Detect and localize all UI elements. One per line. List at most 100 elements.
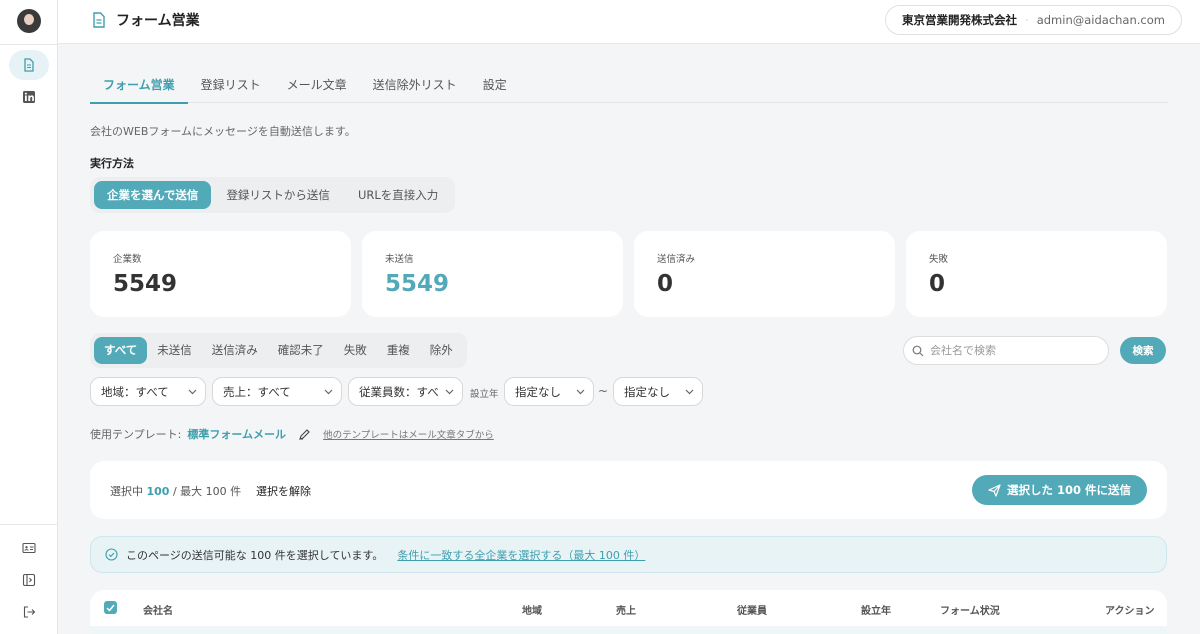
founded-from-dropdown[interactable]: 指定なし	[504, 377, 594, 406]
filter-excluded[interactable]: 除外	[420, 337, 463, 364]
send-selected-label: 選択した 100 件に送信	[1006, 483, 1131, 497]
chevron-down-icon	[576, 389, 585, 394]
range-tilde: ~	[598, 384, 609, 398]
stat-label: 失敗	[929, 254, 949, 265]
selection-suffix: / 最大 100 件	[172, 485, 242, 498]
sidebar-item-form-sales[interactable]	[9, 50, 49, 80]
sidebar	[0, 0, 58, 634]
method-from-list[interactable]: 登録リストから送信	[213, 181, 343, 209]
employees-dropdown[interactable]: 従業員数：すべて	[348, 377, 463, 406]
column-header-company[interactable]: 会社名	[143, 602, 173, 617]
page-title: フォーム営業	[92, 10, 200, 30]
logout-icon	[23, 606, 36, 618]
search-icon	[912, 345, 924, 356]
selection-prefix: 選択中	[110, 485, 143, 498]
search-input[interactable]	[930, 344, 1090, 357]
method-url-input[interactable]: URLを直接入力	[345, 181, 451, 209]
stat-card-failed: 失敗 0	[906, 231, 1167, 317]
method-selector: 企業を選んで送信 登録リストから送信 URLを直接入力	[90, 177, 456, 213]
send-selected-button[interactable]: 選択した 100 件に送信	[971, 475, 1147, 505]
sidebar-item-toggle[interactable]	[9, 565, 49, 595]
stat-value: 5549	[113, 271, 178, 297]
selection-count: 100	[146, 485, 170, 498]
filter-sent[interactable]: 送信済み	[202, 337, 268, 364]
stat-card-sent: 送信済み 0	[634, 231, 895, 317]
founded-from-value: 指定なし	[515, 384, 561, 399]
page-description: 会社のWEBフォームにメッセージを自動送信します。	[90, 125, 356, 138]
column-header-region[interactable]: 地域	[522, 602, 542, 617]
filter-unconfirmed[interactable]: 確認未了	[268, 337, 334, 364]
tab-form-sales[interactable]: フォーム営業	[90, 70, 188, 104]
company-name: 東京営業開発株式会社	[902, 13, 1018, 27]
stat-value: 5549	[385, 271, 450, 297]
template-hint-link[interactable]: 他のテンプレートはメール文章タブから	[323, 427, 494, 441]
stat-value: 0	[929, 271, 946, 297]
stat-label: 未送信	[385, 254, 414, 265]
region-dropdown[interactable]: 地域：すべて	[90, 377, 206, 406]
search-box	[903, 336, 1109, 365]
main-tabs: フォーム営業 登録リスト メール文章 送信除外リスト 設定	[90, 70, 1168, 104]
select-all-matching-link[interactable]: 条件に一致する全企業を選択する（最大 100 件）	[397, 547, 645, 563]
send-icon	[988, 483, 1001, 497]
column-header-founded[interactable]: 設立年	[861, 602, 891, 617]
region-dropdown-value: 地域：すべて	[101, 384, 169, 399]
chevron-down-icon	[445, 389, 454, 394]
column-header-employees[interactable]: 従業員	[737, 602, 767, 617]
template-label: 使用テンプレート:	[90, 428, 182, 441]
selection-bar: 選択中 100 / 最大 100 件 選択を解除 選択した 100 件に送信	[90, 461, 1167, 519]
id-card-icon	[22, 542, 36, 554]
user-email: admin@aidachan.com	[1036, 13, 1165, 27]
founded-year-label: 設立年	[470, 389, 499, 400]
separator: ·	[1025, 13, 1029, 27]
sidebar-toggle-icon	[22, 573, 36, 587]
stat-label: 企業数	[113, 254, 142, 265]
sidebar-item-profile[interactable]	[9, 533, 49, 563]
tab-exclusion-list[interactable]: 送信除外リスト	[360, 70, 470, 103]
stat-label: 送信済み	[657, 254, 696, 265]
tab-settings[interactable]: 設定	[470, 70, 520, 103]
tab-mail-text[interactable]: メール文章	[274, 70, 360, 103]
filter-duplicate[interactable]: 重複	[377, 337, 420, 364]
stat-value: 0	[657, 271, 674, 297]
chevron-down-icon	[324, 389, 333, 394]
filter-all[interactable]: すべて	[94, 337, 148, 364]
template-name[interactable]: 標準フォームメール	[187, 426, 286, 442]
account-menu[interactable]: 東京営業開発株式会社 · admin@aidachan.com	[885, 5, 1182, 35]
tab-registered-lists[interactable]: 登録リスト	[188, 70, 274, 103]
founded-to-dropdown[interactable]: 指定なし	[613, 377, 703, 406]
chevron-down-icon	[685, 389, 694, 394]
method-select-companies[interactable]: 企業を選んで送信	[94, 181, 212, 209]
column-header-actions: アクション	[1105, 606, 1155, 617]
stat-card-companies: 企業数 5549	[90, 231, 351, 317]
sidebar-divider	[0, 524, 58, 525]
check-circle-icon	[105, 548, 118, 561]
status-filter: すべて 未送信 送信済み 確認未了 失敗 重複 除外	[90, 333, 467, 368]
template-row: 使用テンプレート: 標準フォームメール 他のテンプレートはメール文章タブから	[90, 426, 494, 442]
sidebar-item-logout[interactable]	[9, 597, 49, 627]
document-icon	[93, 12, 105, 28]
sales-dropdown-value: 売上：すべて	[223, 384, 291, 399]
sales-dropdown[interactable]: 売上：すべて	[212, 377, 342, 406]
pencil-icon[interactable]	[298, 428, 311, 441]
notice-text: このページの送信可能な 100 件を選択しています。	[126, 548, 384, 562]
filter-failed[interactable]: 失敗	[334, 337, 377, 364]
sidebar-divider	[0, 44, 58, 45]
top-header: フォーム営業 東京営業開発株式会社 · admin@aidachan.com	[58, 0, 1200, 44]
document-icon	[24, 58, 34, 72]
method-label: 実行方法	[90, 157, 134, 170]
column-header-form-status[interactable]: フォーム状況	[940, 602, 1000, 617]
sidebar-item-linkedin[interactable]	[9, 82, 49, 112]
avatar[interactable]	[17, 9, 41, 33]
selection-info: 選択中 100 / 最大 100 件	[110, 483, 241, 499]
select-all-checkbox[interactable]	[104, 601, 117, 614]
stat-card-unsent: 未送信 5549	[362, 231, 623, 317]
deselect-button[interactable]: 選択を解除	[256, 483, 311, 499]
founded-to-value: 指定なし	[624, 384, 670, 399]
linkedin-icon	[23, 91, 35, 103]
check-icon	[106, 604, 115, 612]
chevron-down-icon	[188, 389, 197, 394]
table-row[interactable]	[90, 626, 1167, 634]
filter-unsent[interactable]: 未送信	[147, 337, 202, 364]
column-header-sales[interactable]: 売上	[616, 602, 636, 617]
search-button[interactable]: 検索	[1120, 337, 1166, 364]
